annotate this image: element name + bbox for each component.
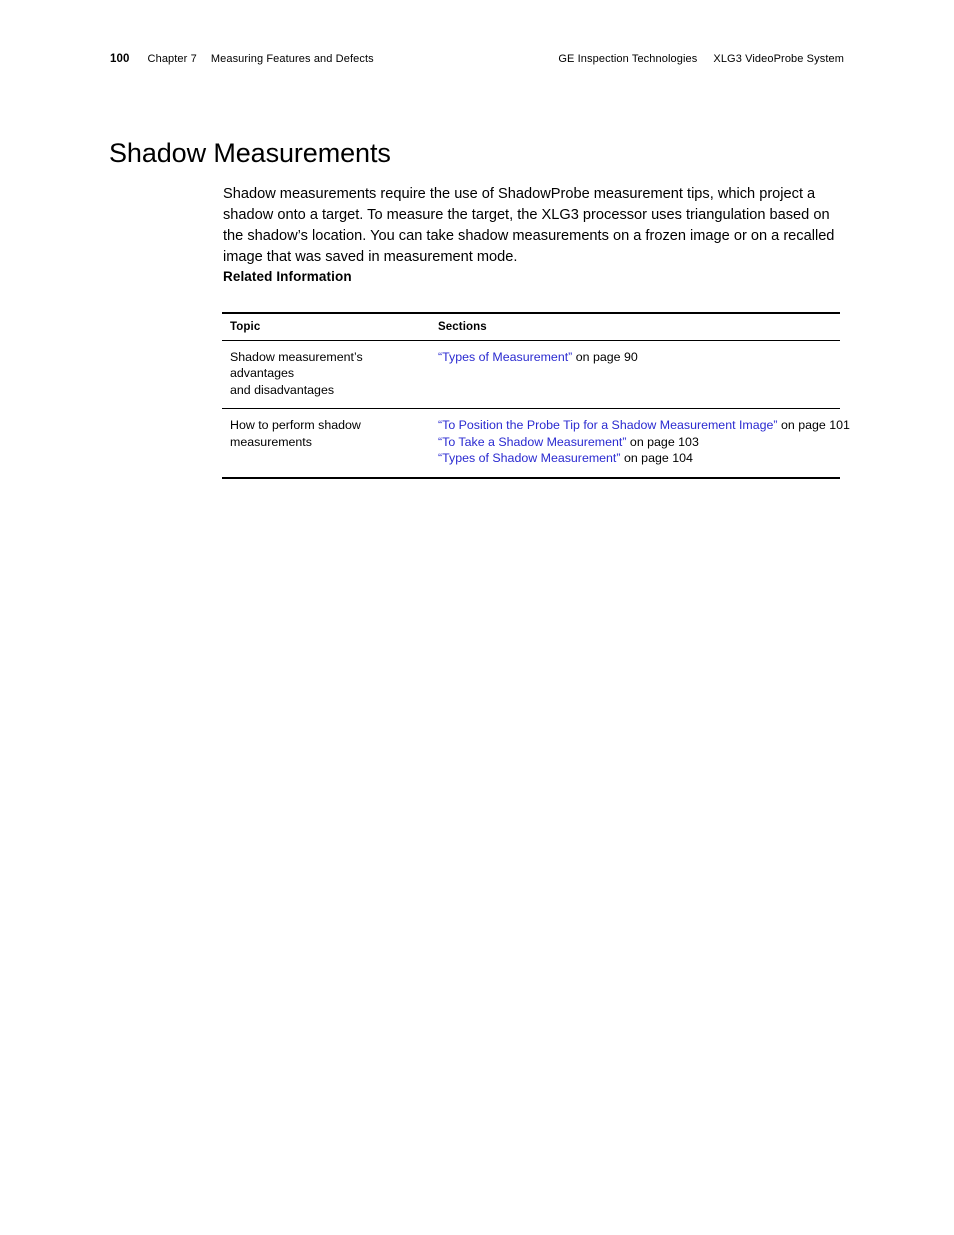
section-reference: “To Position the Probe Tip for a Shadow … [438,417,850,433]
related-information-table: Topic Sections Shadow measurement’s adva… [222,312,850,480]
table-body: Shadow measurement’s advantages and disa… [222,340,850,480]
running-header: 100 Chapter 7 Measuring Features and Def… [110,52,844,68]
topic-text-line: measurements [230,434,312,449]
document-page: 100 Chapter 7 Measuring Features and Def… [0,0,954,1235]
topic-text-line: Shadow measurement’s advantages [230,350,363,381]
cross-reference-link[interactable]: “Types of Measurement” [438,350,572,364]
topic-text-line: and disadvantages [230,382,335,397]
chapter-title: Measuring Features and Defects [210,53,374,65]
cross-reference-link[interactable]: “Types of Shadow Measurement” [438,451,621,465]
table-row: How to perform shadow measurements “To P… [222,408,850,480]
section-reference: “To Take a Shadow Measurement” on page 1… [438,434,830,450]
chapter-label: Chapter 7 [147,53,197,65]
table-header-row: Topic Sections [222,312,840,341]
section-reference: “Types of Measurement” on page 90 [438,349,830,365]
table-head: Topic Sections [222,312,840,341]
section-reference: “Types of Shadow Measurement” on page 10… [438,450,830,466]
related-information-heading: Related Information [223,269,352,284]
cross-reference-link[interactable]: “To Take a Shadow Measurement” [438,435,626,449]
page-reference: on page 103 [626,434,699,449]
page-number: 100 [110,53,130,65]
cross-reference-link[interactable]: “To Position the Probe Tip for a Shadow … [438,418,778,432]
running-header-left: 100 Chapter 7 Measuring Features and Def… [110,52,374,66]
topic-text-line: How to perform shadow [230,418,361,433]
page-reference: on page 104 [620,451,693,466]
company-name: GE Inspection Technologies [558,53,698,65]
topic-cell: How to perform shadow measurements [222,408,430,480]
sections-cell: “To Position the Probe Tip for a Shadow … [430,408,850,480]
column-header-sections: Sections [430,312,840,341]
topic-cell: Shadow measurement’s advantages and disa… [222,340,430,410]
page-reference: on page 101 [777,418,850,433]
page-title: Shadow Measurements [109,138,391,169]
page-reference: on page 90 [572,350,638,364]
sections-cell: “Types of Measurement” on page 90 [430,340,840,410]
intro-paragraph: Shadow measurements require the use of S… [223,185,835,266]
column-header-topic: Topic [222,312,430,341]
table-row: Shadow measurement’s advantages and disa… [222,340,840,410]
product-name: XLG3 VideoProbe System [713,53,844,65]
running-header-right: GE Inspection Technologies XLG3 VideoPro… [558,52,844,66]
